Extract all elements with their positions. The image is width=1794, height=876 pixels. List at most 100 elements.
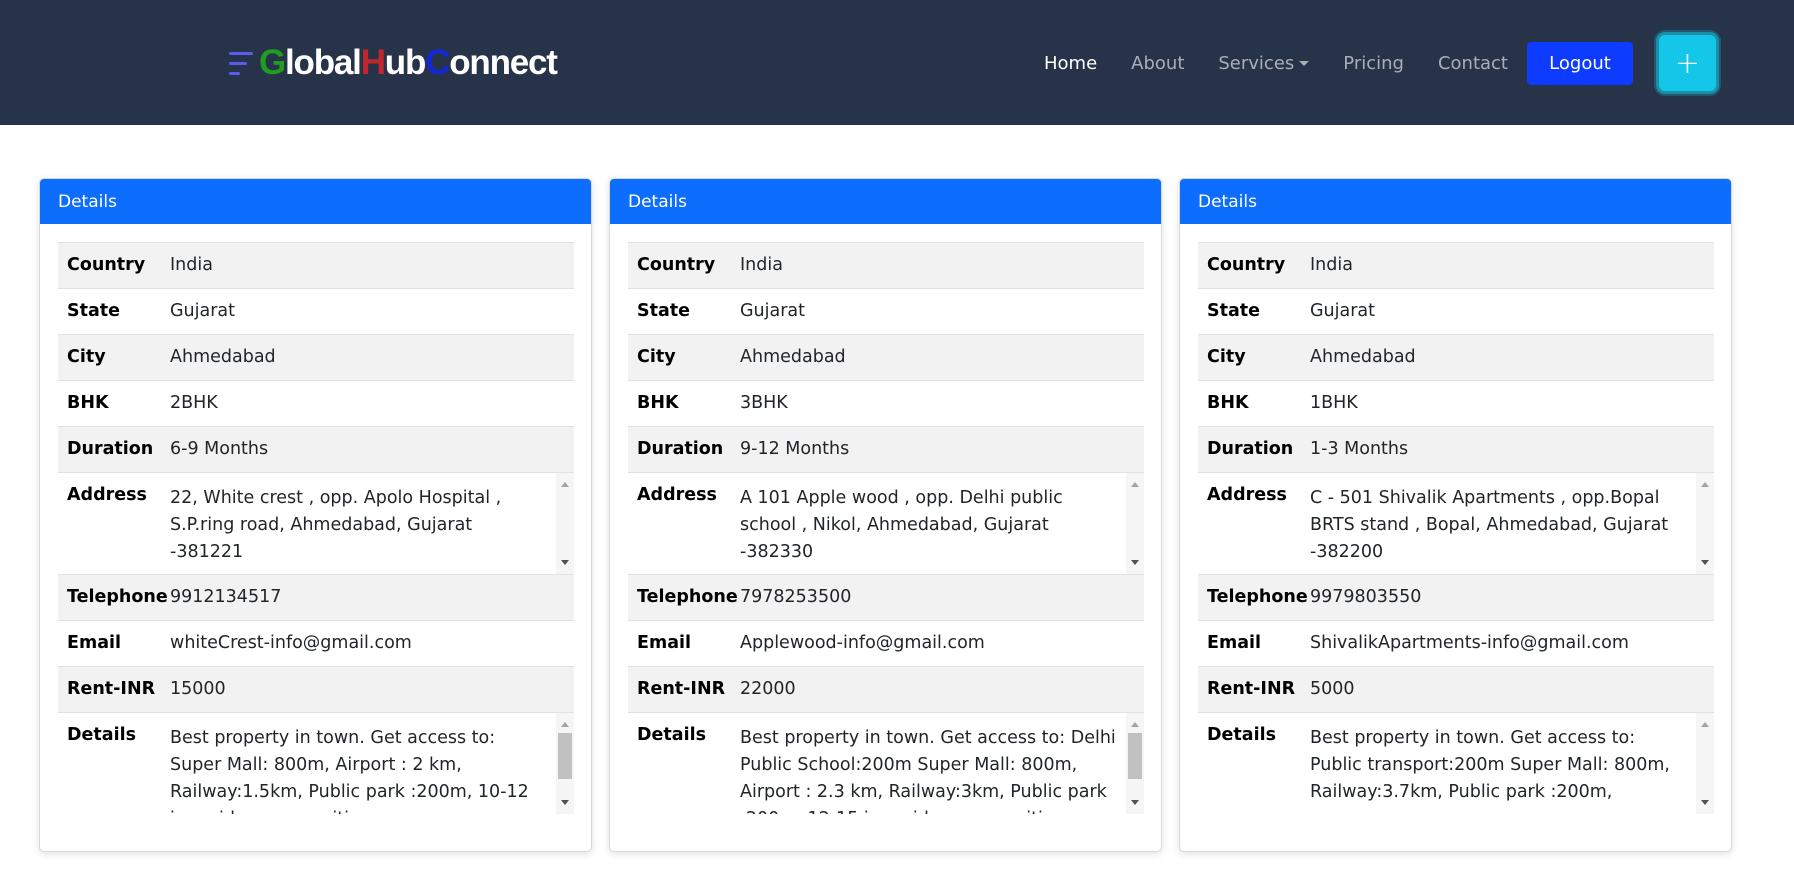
table-row-country: Country India: [1198, 242, 1714, 289]
address-scrollbar[interactable]: [556, 473, 574, 574]
state-label: State: [628, 288, 740, 335]
brand-logo-link[interactable]: GlobalHubConnect: [229, 40, 558, 86]
details-scrollbar[interactable]: [1126, 713, 1144, 814]
bhk-value: 2BHK: [170, 380, 574, 427]
card-body: Country India State Gujarat City Ahmedab…: [40, 224, 591, 814]
scroll-down-arrow-icon[interactable]: [1131, 800, 1139, 805]
rent-label: Rent-INR: [1198, 666, 1310, 713]
details-cell: Best property in town. Get access to: Pu…: [1310, 712, 1714, 814]
address-scrollbox[interactable]: C - 501 Shivalik Apartments , opp.Bopal …: [1310, 473, 1714, 574]
bhk-label: BHK: [628, 380, 740, 427]
address-scrollbar[interactable]: [1696, 473, 1714, 574]
address-scrollbox[interactable]: 22, White crest , opp. Apolo Hospital , …: [170, 473, 574, 574]
table-row-duration: Duration 1-3 Months: [1198, 426, 1714, 473]
table-row-telephone: Telephone 7978253500: [628, 574, 1144, 621]
scroll-down-arrow-icon[interactable]: [561, 560, 569, 565]
duration-value: 1-3 Months: [1310, 426, 1714, 473]
table-row-details: Details Best property in town. Get acces…: [628, 712, 1144, 814]
country-label: Country: [628, 242, 740, 289]
telephone-label: Telephone: [628, 574, 740, 621]
address-value: A 101 Apple wood , opp. Delhi public sch…: [740, 488, 1063, 562]
scroll-down-arrow-icon[interactable]: [1701, 800, 1709, 805]
duration-label: Duration: [628, 426, 740, 473]
table-row-email: Email Applewood-info@gmail.com: [628, 620, 1144, 667]
logout-button[interactable]: Logout: [1527, 42, 1633, 85]
table-row-telephone: Telephone 9912134517: [58, 574, 574, 621]
plus-icon: +: [1674, 45, 1701, 81]
property-card-2: Details Country India State Gujarat City…: [609, 178, 1162, 852]
address-cell: C - 501 Shivalik Apartments , opp.Bopal …: [1310, 472, 1714, 575]
table-row-bhk: BHK 2BHK: [58, 380, 574, 427]
card-body: Country India State Gujarat City Ahmedab…: [1180, 224, 1731, 814]
nav-services-dropdown[interactable]: Services: [1218, 53, 1310, 74]
scroll-down-arrow-icon[interactable]: [1701, 560, 1709, 565]
scroll-up-arrow-icon[interactable]: [1131, 722, 1139, 727]
card-body: Country India State Gujarat City Ahmedab…: [610, 224, 1161, 814]
property-card-1: Details Country India State Gujarat City…: [39, 178, 592, 852]
property-card-3: Details Country India State Gujarat City…: [1179, 178, 1732, 852]
nav-pricing-link[interactable]: Pricing: [1343, 53, 1404, 74]
rent-label: Rent-INR: [628, 666, 740, 713]
details-scrollbox[interactable]: Best property in town. Get access to: Su…: [170, 713, 574, 814]
telephone-label: Telephone: [58, 574, 170, 621]
table-row-telephone: Telephone 9979803550: [1198, 574, 1714, 621]
email-value: whiteCrest-info@gmail.com: [170, 620, 574, 667]
scroll-up-arrow-icon[interactable]: [561, 482, 569, 487]
scrollbar-thumb[interactable]: [1128, 733, 1142, 779]
telephone-value: 9912134517: [170, 574, 574, 621]
card-header: Details: [1180, 179, 1731, 224]
scroll-down-arrow-icon[interactable]: [1131, 560, 1139, 565]
address-scrollbar[interactable]: [1126, 473, 1144, 574]
card-header: Details: [610, 179, 1161, 224]
nav-about-link[interactable]: About: [1131, 53, 1184, 74]
table-row-rent: Rent-INR 5000: [1198, 666, 1714, 713]
add-button[interactable]: +: [1656, 32, 1719, 94]
card-header: Details: [40, 179, 591, 224]
scroll-up-arrow-icon[interactable]: [1701, 482, 1709, 487]
scrollbar-thumb[interactable]: [558, 733, 572, 779]
bhk-label: BHK: [58, 380, 170, 427]
table-row-details: Details Best property in town. Get acces…: [1198, 712, 1714, 814]
details-scrollbox[interactable]: Best property in town. Get access to: De…: [740, 713, 1144, 814]
country-label: Country: [58, 242, 170, 289]
caret-down-icon: [1299, 60, 1310, 66]
table-row-email: Email whiteCrest-info@gmail.com: [58, 620, 574, 667]
details-label: Details: [1198, 712, 1310, 814]
details-scrollbar[interactable]: [556, 713, 574, 814]
scroll-down-arrow-icon[interactable]: [561, 800, 569, 805]
card-header-title: Details: [628, 191, 687, 212]
nav-home-link[interactable]: Home: [1044, 53, 1097, 74]
email-value: Applewood-info@gmail.com: [740, 620, 1144, 667]
state-label: State: [58, 288, 170, 335]
bhk-value: 1BHK: [1310, 380, 1714, 427]
table-row-email: Email ShivalikApartments-info@gmail.com: [1198, 620, 1714, 667]
table-row-state: State Gujarat: [1198, 288, 1714, 335]
scroll-up-arrow-icon[interactable]: [1131, 482, 1139, 487]
brand-letters: H: [360, 43, 386, 82]
email-label: Email: [628, 620, 740, 667]
rent-value: 22000: [740, 666, 1144, 713]
scroll-up-arrow-icon[interactable]: [1701, 722, 1709, 727]
table-row-state: State Gujarat: [628, 288, 1144, 335]
details-table: Country India State Gujarat City Ahmedab…: [1198, 242, 1714, 814]
table-row-address: Address 22, White crest , opp. Apolo Hos…: [58, 472, 574, 575]
address-label: Address: [58, 472, 170, 575]
table-row-duration: Duration 9-12 Months: [628, 426, 1144, 473]
details-value: Best property in town. Get access to: Su…: [170, 728, 529, 814]
table-row-city: City Ahmedabad: [1198, 334, 1714, 381]
details-scrollbar[interactable]: [1696, 713, 1714, 814]
table-row-bhk: BHK 1BHK: [1198, 380, 1714, 427]
details-scrollbox[interactable]: Best property in town. Get access to: Pu…: [1310, 713, 1714, 814]
state-value: Gujarat: [740, 288, 1144, 335]
city-value: Ahmedabad: [170, 334, 574, 381]
duration-label: Duration: [1198, 426, 1310, 473]
table-row-city: City Ahmedabad: [58, 334, 574, 381]
table-row-details: Details Best property in town. Get acces…: [58, 712, 574, 814]
details-table: Country India State Gujarat City Ahmedab…: [628, 242, 1144, 814]
address-label: Address: [628, 472, 740, 575]
address-scrollbox[interactable]: A 101 Apple wood , opp. Delhi public sch…: [740, 473, 1144, 574]
table-row-country: Country India: [58, 242, 574, 289]
nav-contact-link[interactable]: Contact: [1438, 53, 1508, 74]
scroll-up-arrow-icon[interactable]: [561, 722, 569, 727]
country-value: India: [1310, 242, 1714, 289]
